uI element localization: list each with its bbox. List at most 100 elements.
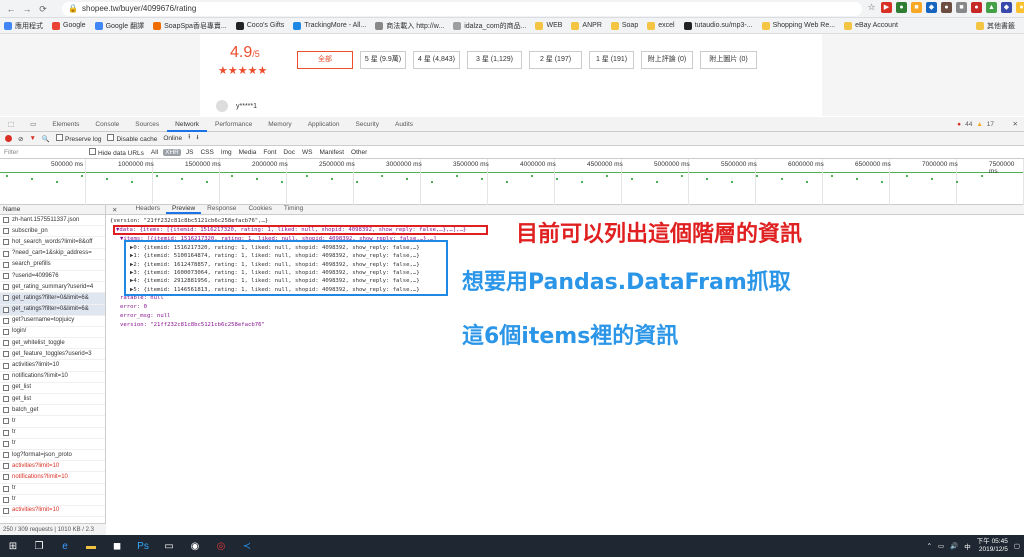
rating-filter-button[interactable]: 附上圖片 (0)	[700, 51, 757, 69]
bookmark-item[interactable]: Google	[52, 21, 86, 30]
request-row[interactable]: get?username=topjuicy	[0, 316, 105, 327]
request-row[interactable]: batch_get	[0, 405, 105, 417]
request-row[interactable]: get_ratings?filter=0&limit=6&	[0, 304, 105, 316]
extension-icon[interactable]: ◆	[1001, 2, 1012, 13]
filter-type-button[interactable]: WS	[300, 149, 314, 156]
bookmark-item[interactable]: ANPR	[571, 21, 602, 30]
request-row[interactable]: login/	[0, 327, 105, 339]
disable-cache-checkbox[interactable]: Disable cache	[107, 134, 157, 143]
volume-icon[interactable]: 🔊	[950, 542, 958, 550]
rating-filter-button[interactable]: 5 星 (9.9萬)	[360, 51, 406, 69]
filter-type-button[interactable]: All	[149, 149, 160, 156]
bookmark-item[interactable]: Google 翻譯	[94, 21, 144, 31]
filter-type-button[interactable]: Doc	[281, 149, 297, 156]
device-icon[interactable]: ▭	[22, 117, 44, 132]
filter-type-button[interactable]: Manifest	[317, 149, 346, 156]
preserve-log-checkbox[interactable]: Preserve log	[55, 134, 101, 143]
network-timeline[interactable]: 500000 ms 1000000 ms 1500000 ms 2000000 ms 2…	[0, 159, 1024, 205]
request-row[interactable]: activities?limit=10	[0, 360, 105, 372]
bookmark-item[interactable]: SoapSpa香皂專賣...	[153, 21, 227, 31]
request-row[interactable]: zh-hant.1575511337.json	[0, 215, 105, 227]
extension-icon[interactable]: ■	[956, 2, 967, 13]
request-row[interactable]: get_ratings?filter=0&limit=6&	[0, 293, 105, 305]
close-detail-icon[interactable]: ✕	[106, 206, 123, 214]
throttling-select[interactable]: Online	[163, 135, 182, 142]
forward-icon[interactable]: →	[20, 2, 34, 16]
request-list-header[interactable]: Name	[0, 205, 105, 215]
network-icon[interactable]: ▭	[938, 542, 944, 550]
request-row[interactable]: get_feature_toggles?userid=3	[0, 349, 105, 361]
request-row[interactable]: subscribe_pn	[0, 226, 105, 238]
bookmark-item[interactable]: 商法載入 http://w...	[375, 21, 444, 31]
extension-icon[interactable]: ■	[911, 2, 922, 13]
preview-line-version[interactable]: {version: "21ff232c81c8bc5121cb6c258efac…	[110, 218, 268, 224]
filter-type-button[interactable]: XHR	[163, 148, 181, 156]
request-row[interactable]: tr	[0, 495, 105, 506]
detail-tab[interactable]: Cookies	[242, 205, 277, 214]
request-row[interactable]: tr	[0, 439, 105, 450]
extension-icon[interactable]: ●	[896, 2, 907, 13]
store-icon[interactable]: ◼	[104, 535, 130, 557]
chrome-icon[interactable]: ◎	[208, 535, 234, 557]
detail-tab[interactable]: Response	[201, 205, 242, 214]
ime-label[interactable]: 中	[964, 541, 971, 551]
bookmark-item[interactable]: 其他書籤	[976, 21, 1015, 31]
rating-filter-button[interactable]: 4 星 (4,843)	[413, 51, 460, 69]
request-row[interactable]: tr	[0, 428, 105, 439]
tray-arrow-icon[interactable]: ⌃	[927, 542, 932, 550]
back-icon[interactable]: ←	[4, 2, 18, 16]
extension-icon[interactable]: ●	[1016, 2, 1024, 13]
close-devtools-icon[interactable]: ✕	[1013, 117, 1018, 132]
preview-line-error[interactable]: error: 0	[120, 304, 147, 310]
rating-filter-button[interactable]: 1 星 (191)	[589, 51, 634, 69]
filter-type-button[interactable]: Img	[219, 149, 234, 156]
request-row[interactable]: get_rating_summary?userid=4	[0, 282, 105, 294]
request-row[interactable]: get_whitelist_toggle	[0, 338, 105, 350]
export-icon[interactable]: ⭳	[196, 133, 198, 144]
rating-filter-button[interactable]: 附上評論 (0)	[641, 51, 693, 69]
bookmark-item[interactable]: Coco's Gifts	[235, 21, 284, 30]
request-row[interactable]: tr	[0, 484, 105, 495]
devtools-tab[interactable]: Console	[87, 117, 127, 132]
filter-input[interactable]: Filter	[4, 149, 84, 156]
bookmark-item[interactable]: excel	[647, 21, 675, 30]
request-row[interactable]: hot_search_words?limit=8&off	[0, 237, 105, 249]
devtools-tab[interactable]: Sources	[127, 117, 167, 132]
devtools-tab[interactable]: Elements	[44, 117, 87, 132]
request-row[interactable]: activities?limit=10	[0, 461, 105, 473]
extension-icon[interactable]: ●	[971, 2, 982, 13]
preview-line-error-msg[interactable]: error_msg: null	[120, 313, 171, 319]
clock[interactable]: 下午 05:45 2019/12/5	[977, 538, 1008, 554]
request-row[interactable]: notifications?limit=10	[0, 472, 105, 484]
devtools-tab[interactable]: Audits	[387, 117, 421, 132]
extension-icon[interactable]: ●	[941, 2, 952, 13]
devtools-tab[interactable]: Application	[300, 117, 348, 132]
filter-type-button[interactable]: Media	[237, 149, 259, 156]
bookmark-item[interactable]: eBay Account	[844, 21, 898, 30]
bookmark-item[interactable]: WEB	[535, 21, 562, 30]
devtools-tab[interactable]: Memory	[260, 117, 299, 132]
bookmark-item[interactable]: TrackingMore - All...	[293, 21, 366, 30]
vscode-icon[interactable]: ≺	[234, 535, 260, 557]
address-bar[interactable]: 🔒 shopee.tw/buyer/4099676/rating	[62, 2, 862, 16]
request-row[interactable]: ?need_cart=1&skip_address=	[0, 249, 105, 260]
file-explorer-icon[interactable]: ▬	[78, 535, 104, 557]
filter-icon[interactable]: ▼	[29, 135, 35, 142]
filter-type-button[interactable]: Font	[261, 149, 278, 156]
app-icon[interactable]: ▭	[156, 535, 182, 557]
rating-filter-button[interactable]: 3 星 (1,129)	[467, 51, 522, 69]
request-row[interactable]: get_list	[0, 383, 105, 394]
bookmark-item[interactable]: Soap	[610, 21, 638, 30]
inspect-icon[interactable]: ⬚	[0, 117, 22, 132]
filter-type-button[interactable]: JS	[184, 149, 196, 156]
reload-icon[interactable]: ⟳	[36, 2, 50, 16]
bookmark-item[interactable]: Shopping Web Re...	[761, 21, 835, 30]
extension-icon[interactable]: ▶	[881, 2, 892, 13]
request-row[interactable]: ?userid=4099676	[0, 271, 105, 283]
rating-filter-button[interactable]: 2 星 (197)	[529, 51, 582, 69]
import-icon[interactable]: ⭱	[188, 133, 190, 144]
devtools-tab[interactable]: Security	[348, 117, 387, 132]
star-icon[interactable]: ☆	[866, 2, 877, 13]
search-icon[interactable]: 🔍	[42, 135, 50, 143]
preview-line-version-end[interactable]: version: "21ff232c81c8bc5121cb6c258efacb…	[120, 322, 265, 328]
